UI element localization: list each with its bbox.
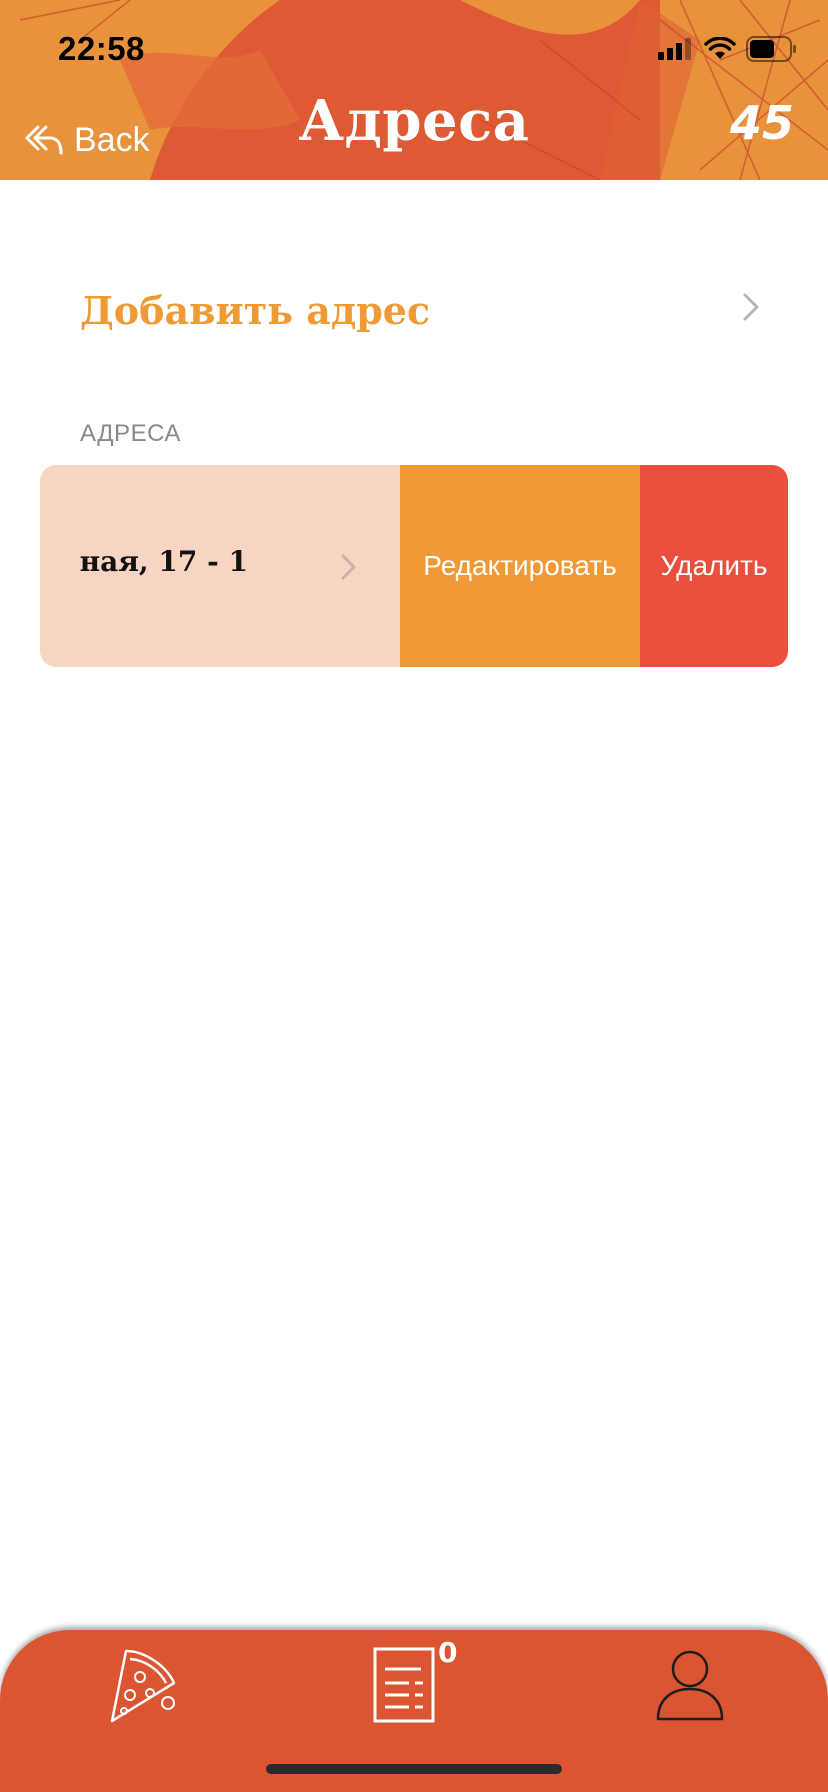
home-indicator [266,1764,562,1774]
page-title: Адреса [298,88,530,154]
add-address-row[interactable]: Добавить адрес [80,270,760,350]
pizza-icon [110,1649,176,1723]
delete-address-button[interactable]: Удалить [640,465,788,667]
header: 22:58 Back Адреса 45 [0,0,828,180]
tab-menu[interactable] [68,1630,208,1740]
receipt-icon [373,1647,435,1723]
addresses-section-label: АДРЕСА [80,420,181,447]
profile-icon [656,1650,724,1721]
address-card: ная, 17 - 1 Редактировать Удалить [40,465,788,667]
status-icons [658,34,798,64]
header-count: 45 [729,96,794,150]
wifi-icon [704,37,736,59]
status-time: 22:58 [58,30,145,67]
chevron-right-icon [743,293,759,321]
orders-badge: 0 [438,1636,458,1669]
edit-address-button[interactable]: Редактировать [400,465,640,667]
address-text: ная, 17 - 1 [79,545,248,578]
address-item[interactable]: ная, 17 - 1 [40,465,400,667]
cellular-signal-icon [658,38,691,60]
add-address-label: Добавить адрес [80,287,431,333]
battery-icon [746,36,796,62]
tab-profile[interactable] [620,1630,760,1740]
status-bar: 22:58 [0,0,828,100]
chevron-right-icon [341,554,356,580]
